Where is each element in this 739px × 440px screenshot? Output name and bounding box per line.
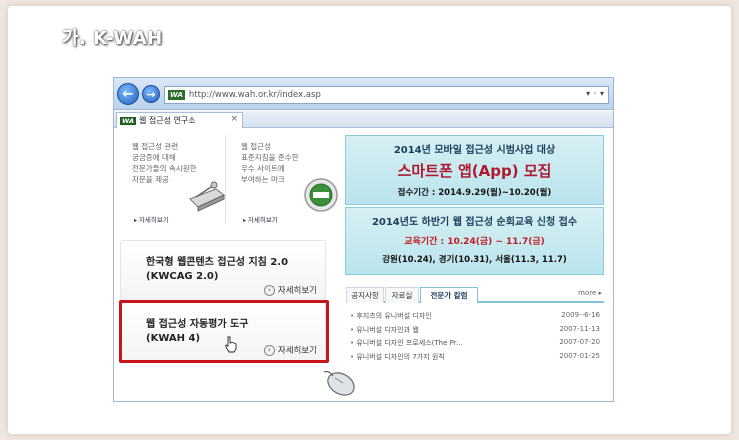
site-favicon: WA [168, 90, 185, 100]
news-title: 유니버설 디자인 프로세스(The Pr... [350, 338, 462, 352]
guide-title: 한국형 웹콘텐츠 접근성 지침 2.0 (KWCAG 2.0) [146, 257, 289, 282]
tab-label: 웹 접근성 연구소 [138, 116, 196, 125]
guide-detail-link[interactable]: › 자세히보기 [263, 284, 317, 296]
tab-favicon: WA [120, 116, 136, 125]
news-list: 후지츠의 유니버설 디자인 2009--6-16 유니버설 디자인과 웹 200… [350, 311, 600, 365]
list-item[interactable]: 유니버설 디자인과 웹 2007-11-13 [350, 325, 600, 339]
consult-card[interactable]: 웹 접근성 관련 궁금증에 대해 전문가들의 속시원한 자문을 제공 자세히보기 [120, 135, 226, 224]
news-title: 후지츠의 유니버설 디자인 [350, 311, 431, 325]
address-url: http://www.wah.or.kr/index.asp [188, 90, 321, 100]
news-title: 유니버설 디자인의 7가지 원칙 [350, 352, 444, 366]
tab-resources[interactable]: 자료실 [385, 287, 419, 303]
banner-cities: 강원(10.24), 경기(10.31), 서울(11.3, 11.7) [382, 255, 567, 265]
back-button[interactable]: ← [117, 83, 139, 105]
news-tabs: 공지사항 자료실 전문가 칼럼 more ▸ [346, 287, 604, 303]
news-title: 유니버설 디자인과 웹 [350, 325, 418, 339]
highlight-box [119, 300, 329, 363]
close-icon[interactable]: × [230, 114, 238, 124]
page-content: 웹 접근성 관련 궁금증에 대해 전문가들의 속시원한 자문을 제공 자세히보기… [114, 129, 613, 401]
mobile-app-banner[interactable]: 2014년 모바일 접근성 시범사업 대상 스마트폰 앱(App) 모집 접수기… [345, 135, 604, 205]
scanner-icon [189, 181, 225, 212]
banner-heading: 2014년도 하반기 웹 접근성 순회교육 신청 접수 [371, 217, 578, 228]
news-more-link[interactable]: more ▸ [578, 289, 602, 297]
list-item[interactable]: 유니버설 디자인 프로세스(The Pr... 2007-07-20 [350, 338, 600, 352]
hand-cursor-icon [225, 336, 237, 353]
forward-button[interactable]: → [142, 85, 160, 103]
browser-tab[interactable]: WA 웹 접근성 연구소 × [116, 112, 243, 128]
forward-arrow-icon: → [146, 87, 156, 101]
card-more-link[interactable]: 자세히보기 [243, 214, 278, 224]
banner-heading: 2014년 모바일 접근성 시범사업 대상 [393, 145, 556, 156]
kwcag-guide-box[interactable]: 한국형 웹콘텐츠 접근성 지침 2.0 (KWCAG 2.0) › 자세히보기 [120, 240, 326, 302]
browser-window: ← → WA http://www.wah.or.kr/index.asp ▾ … [113, 77, 614, 402]
browser-tabbar: WA 웹 접근성 연구소 × [114, 111, 613, 128]
mark-card[interactable]: 웹 접근성 표준지침을 준수한 우수 사이트에 부여하는 마크 자세히보기 [229, 135, 339, 224]
news-date: 2007-11-13 [559, 324, 600, 333]
tab-expert-column[interactable]: 전문가 칼럼 [420, 287, 478, 303]
detail-label: 자세히보기 [277, 286, 317, 296]
slide-title: 가. K-WAH [62, 28, 163, 49]
news-date: 2007-01-25 [559, 351, 600, 360]
banner-main-text: 스마트폰 앱(App) 모집 [397, 162, 552, 180]
list-item[interactable]: 후지츠의 유니버설 디자인 2009--6-16 [350, 311, 600, 325]
education-banner[interactable]: 2014년도 하반기 웹 접근성 순회교육 신청 접수 교육기간 : 10.24… [345, 207, 604, 275]
arrow-right-circle-icon: › [263, 284, 275, 296]
news-date: 2007-07-20 [559, 338, 600, 346]
list-item[interactable]: 유니버설 디자인의 7가지 원칙 2007-01-25 [350, 352, 600, 366]
banner-period: 접수기간 : 2014.9.29(월)~10.20(월) [397, 188, 552, 198]
card-more-link[interactable]: 자세히보기 [134, 214, 169, 224]
search-refresh-icon[interactable]: ▾ ◦ ▾ [586, 89, 604, 98]
mouse-icon [323, 370, 355, 396]
browser-toolbar: ← → WA http://www.wah.or.kr/index.asp ▾ … [114, 78, 613, 110]
banner-period: 교육기간 : 10.24(금) ~ 11.7(금) [404, 237, 545, 247]
card-text: 웹 접근성 표준지침을 준수한 우수 사이트에 부여하는 마크 [241, 142, 299, 184]
address-bar[interactable]: WA http://www.wah.or.kr/index.asp ▾ ◦ ▾ [164, 86, 609, 104]
back-arrow-icon: ← [122, 86, 134, 102]
tab-notice[interactable]: 공지사항 [346, 287, 384, 303]
news-date: 2009--6-16 [561, 311, 600, 319]
certification-mark-icon [304, 178, 338, 212]
